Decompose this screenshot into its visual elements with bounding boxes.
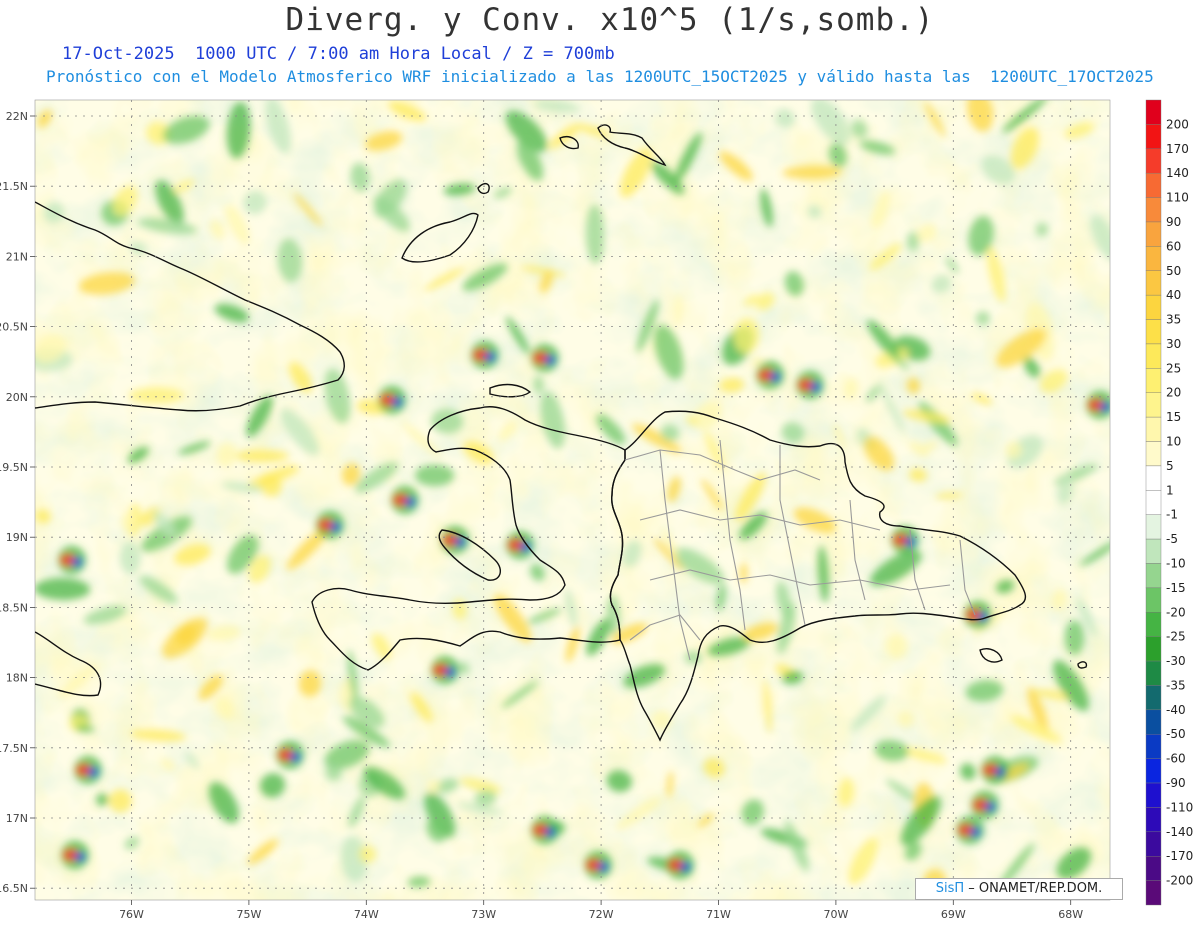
colorbar-box — [1145, 148, 1162, 174]
colorbar-label: -25 — [1166, 630, 1186, 644]
latitude-labels: 22N 21.5N 21N 20.5N 20N 19.5N 19N 18.5N 18N 17.5N… — [0, 110, 28, 895]
colorbar-label: -90 — [1166, 776, 1186, 790]
colorbar: 200 170 140 110 90 60 50 40 35 30 25 20 15 10 5 1 -1 -5 -1… — [1145, 99, 1193, 906]
lon-label: 73W — [471, 908, 496, 921]
divergence-texture — [35, 100, 1110, 900]
credit-box: SisΠ – ONAMET/REP.DOM. — [915, 878, 1123, 900]
colorbar-label: 90 — [1166, 215, 1181, 229]
colorbar-box — [1145, 856, 1162, 881]
colorbar-box — [1145, 221, 1162, 247]
colorbar-label: -20 — [1166, 605, 1186, 619]
colorbar-box — [1145, 734, 1162, 759]
colorbar-box — [1145, 660, 1162, 686]
colorbar-box — [1145, 807, 1162, 833]
colorbar-box — [1145, 587, 1162, 613]
colorbar-label: 30 — [1166, 337, 1181, 351]
lat-label: 20N — [6, 391, 28, 404]
colorbar-box — [1145, 416, 1162, 442]
colorbar-label: 20 — [1166, 386, 1181, 400]
lon-label: 72W — [589, 908, 614, 921]
colorbar-label: -110 — [1166, 800, 1193, 814]
colorbar-label: -30 — [1166, 654, 1186, 668]
lon-label: 69W — [941, 908, 966, 921]
colorbar-box — [1145, 172, 1162, 198]
colorbar-label: 15 — [1166, 410, 1181, 424]
colorbar-label: -35 — [1166, 678, 1186, 692]
colorbar-box — [1145, 758, 1162, 784]
colorbar-label: -170 — [1166, 849, 1193, 863]
colorbar-label: 25 — [1166, 361, 1181, 375]
colorbar-label: 200 — [1166, 117, 1189, 131]
colorbar-box — [1145, 831, 1162, 857]
colorbar-box — [1145, 538, 1162, 564]
lat-label: 21N — [6, 250, 28, 263]
colorbar-label: 10 — [1166, 435, 1181, 449]
colorbar-label: -40 — [1166, 703, 1186, 717]
colorbar-box — [1145, 782, 1162, 808]
longitude-labels: 76W 75W 74W 73W 72W 71W 70W 69W 68W — [119, 908, 1083, 921]
colorbar-label: 170 — [1166, 142, 1189, 156]
colorbar-box — [1145, 343, 1162, 369]
lat-label: 20.5N — [0, 321, 28, 334]
lat-label: 19.5N — [0, 461, 28, 474]
colorbar-label: 1 — [1166, 483, 1174, 497]
lon-label: 76W — [119, 908, 144, 921]
colorbar-labels: 200 170 140 110 90 60 50 40 35 30 25 20 15 10 5 1 -1 -5 -1… — [1166, 117, 1193, 887]
lon-label: 71W — [706, 908, 731, 921]
colorbar-label: 110 — [1166, 191, 1189, 205]
colorbar-label: -50 — [1166, 727, 1186, 741]
colorbar-label: -10 — [1166, 556, 1186, 570]
lon-label: 74W — [354, 908, 379, 921]
colorbar-label: 140 — [1166, 166, 1189, 180]
credit-brand: SisΠ — [935, 881, 965, 896]
colorbar-box — [1145, 612, 1162, 637]
lon-label: 70W — [823, 908, 848, 921]
colorbar-box — [1145, 880, 1162, 906]
forecast-map: 22N 21.5N 21N 20.5N 20N 19.5N 19N 18.5N 18N 17.5N… — [0, 99, 1193, 921]
colorbar-label: 60 — [1166, 239, 1181, 253]
colorbar-label: -1 — [1166, 508, 1178, 522]
colorbar-label: 50 — [1166, 264, 1181, 278]
lon-label: 75W — [236, 908, 261, 921]
lat-label: 17.5N — [0, 742, 28, 755]
lat-label: 18N — [6, 672, 28, 685]
colorbar-box — [1145, 490, 1162, 515]
lat-label: 21.5N — [0, 180, 28, 193]
colorbar-box — [1145, 636, 1162, 662]
colorbar-box — [1145, 246, 1162, 271]
colorbar-label: -140 — [1166, 825, 1193, 839]
colorbar-box — [1145, 465, 1162, 491]
colorbar-boxes — [1145, 99, 1162, 906]
colorbar-box — [1145, 563, 1162, 589]
colorbar-box — [1145, 319, 1162, 345]
colorbar-box — [1145, 270, 1162, 296]
colorbar-label: 5 — [1166, 459, 1174, 473]
lon-label: 68W — [1058, 908, 1083, 921]
lat-label: 18.5N — [0, 601, 28, 614]
colorbar-box — [1145, 514, 1162, 540]
colorbar-box — [1145, 368, 1162, 393]
colorbar-box — [1145, 685, 1162, 711]
lat-label: 22N — [6, 110, 28, 123]
colorbar-box — [1145, 441, 1162, 467]
colorbar-box — [1145, 709, 1162, 735]
credit-text: – ONAMET/REP.DOM. — [964, 881, 1103, 896]
colorbar-box — [1145, 392, 1162, 418]
colorbar-label: -60 — [1166, 752, 1186, 766]
colorbar-box — [1145, 294, 1162, 320]
colorbar-label: 35 — [1166, 313, 1181, 327]
lat-label: 16.5N — [0, 882, 28, 895]
colorbar-box — [1145, 197, 1162, 223]
colorbar-box — [1145, 99, 1162, 125]
lat-label: 17N — [6, 812, 28, 825]
colorbar-label: 40 — [1166, 288, 1181, 302]
colorbar-box — [1145, 124, 1162, 149]
colorbar-label: -5 — [1166, 532, 1178, 546]
colorbar-label: -15 — [1166, 581, 1186, 595]
lat-label: 19N — [6, 531, 28, 544]
field-layer — [35, 100, 1110, 900]
colorbar-label: -200 — [1166, 874, 1193, 888]
